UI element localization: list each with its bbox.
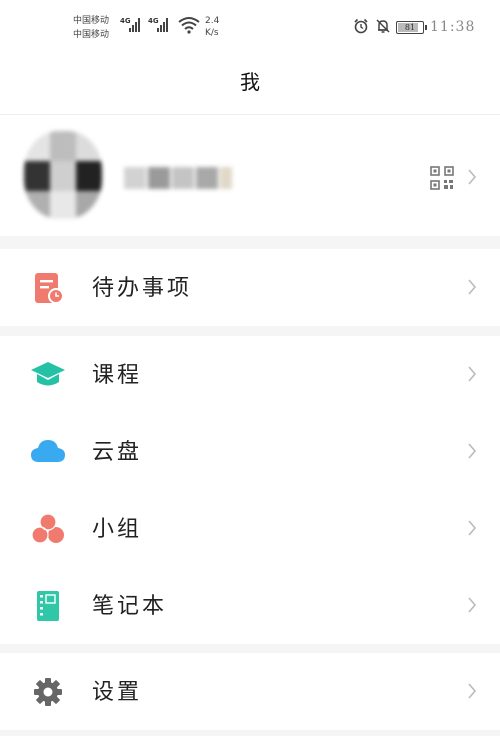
speed-unit: K/s — [205, 28, 219, 38]
menu-item-groups-label: 小组 — [92, 517, 143, 542]
menu-section-settings: 设置 — [0, 653, 500, 730]
speed-value: 2.4 — [205, 16, 220, 26]
profile-name-blurred — [124, 167, 234, 189]
carrier-1: 中国移动 — [73, 16, 110, 26]
graduation-cap-icon — [31, 362, 65, 386]
menu-item-groups[interactable]: 小组 — [0, 490, 500, 567]
todo-clipboard-icon — [35, 273, 64, 304]
menu-item-settings-label: 设置 — [92, 680, 143, 705]
chevron-right-icon — [468, 683, 477, 699]
title-bar: 我 — [0, 50, 500, 114]
page-title: 我 — [240, 70, 260, 94]
chevron-right-icon — [468, 169, 477, 185]
status-bar: 中国移动 中国移动 4G 4G 2.4 K/s 81 11:38 — [0, 0, 500, 50]
avatar[interactable] — [24, 131, 102, 219]
menu-item-courses-label: 课程 — [92, 363, 143, 388]
menu-item-cloud-drive[interactable]: 云盘 — [0, 413, 500, 490]
wifi-icon — [178, 17, 200, 34]
menu-item-notebook-label: 笔记本 — [92, 594, 168, 619]
gear-icon — [34, 678, 62, 706]
chevron-right-icon — [468, 520, 477, 536]
menu-item-todo[interactable]: 待办事项 — [0, 249, 500, 326]
menu-item-courses[interactable]: 课程 — [0, 336, 500, 413]
notebook-icon — [37, 591, 59, 621]
chevron-right-icon — [468, 597, 477, 613]
group-circles-icon — [31, 513, 64, 544]
menu-section-main: 课程 云盘 小组 笔记本 — [0, 336, 500, 644]
chevron-right-icon — [468, 443, 477, 459]
chevron-right-icon — [468, 366, 477, 382]
cloud-icon — [31, 440, 65, 462]
menu-section-todo: 待办事项 — [0, 249, 500, 326]
battery-icon: 81 — [396, 21, 427, 34]
chevron-right-icon — [468, 279, 477, 295]
menu-item-notebook[interactable]: 笔记本 — [0, 567, 500, 644]
alarm-icon — [354, 18, 368, 34]
profile-card[interactable] — [0, 114, 500, 236]
carrier-labels: 中国移动 中国移动 — [73, 14, 109, 42]
mute-icon — [376, 19, 390, 33]
carrier-2: 中国移动 — [73, 30, 110, 40]
menu-item-settings[interactable]: 设置 — [0, 653, 500, 730]
battery-level: 81 — [404, 23, 416, 32]
qr-code-icon[interactable] — [430, 166, 454, 190]
network-speed: 2.4 K/s — [205, 15, 219, 39]
menu-item-cloud-drive-label: 云盘 — [92, 440, 143, 465]
menu-item-todo-label: 待办事项 — [92, 276, 193, 301]
clock: 11:38 — [430, 19, 476, 35]
